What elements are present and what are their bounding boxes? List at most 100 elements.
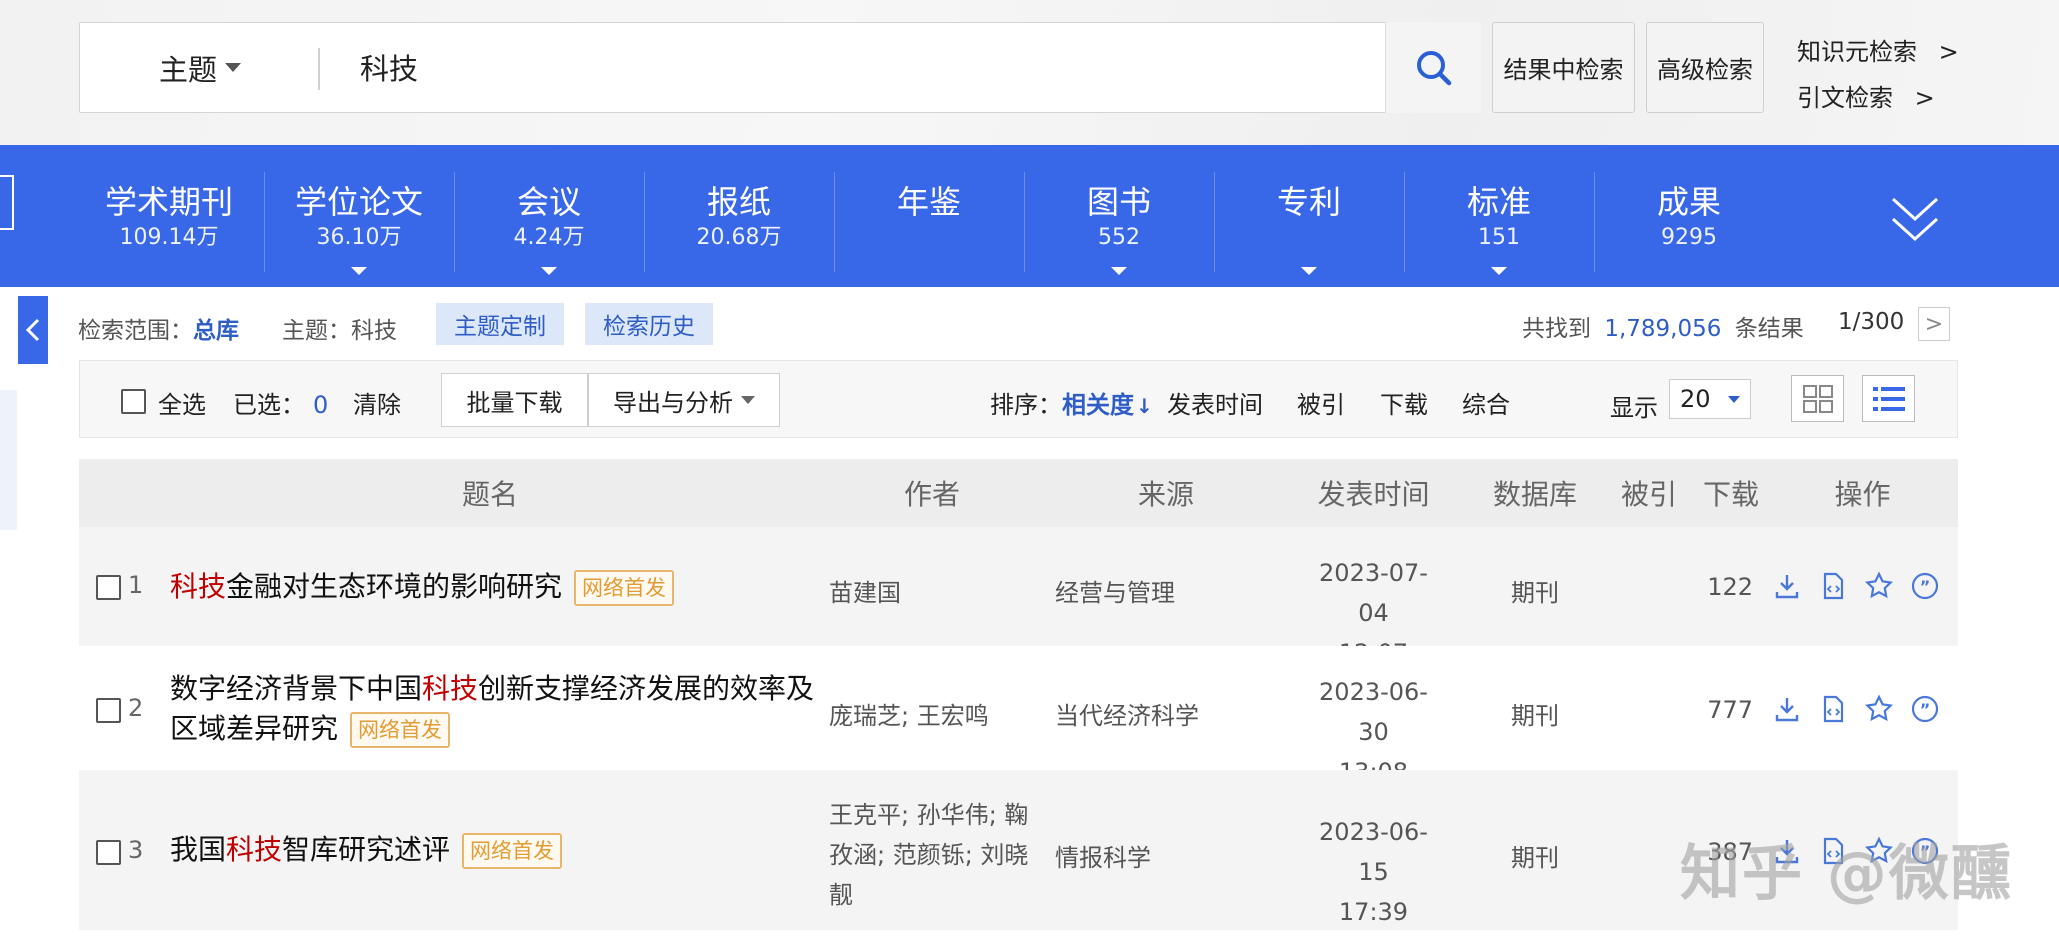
- favorite-icon[interactable]: [1864, 694, 1894, 724]
- display-label: 显示: [1610, 394, 1658, 422]
- dropdown-arrow-icon: [1301, 267, 1317, 275]
- source-link[interactable]: 当代经济科学: [1055, 696, 1199, 731]
- source-link[interactable]: 经营与管理: [1055, 573, 1175, 608]
- time-value: 17:39: [1338, 898, 1409, 926]
- selected-label: 已选：: [233, 391, 305, 419]
- chevron-right-icon: >: [1938, 38, 1959, 66]
- left-panel-edge: [0, 390, 17, 530]
- nav-yearbooks[interactable]: 年鉴: [834, 145, 1024, 287]
- online-first-badge: 网络首发: [350, 712, 451, 748]
- sort-by-date[interactable]: 发表时间: [1167, 385, 1263, 420]
- nav-label: 学术期刊: [104, 183, 233, 221]
- left-edge-tab[interactable]: [0, 175, 14, 230]
- column-title: 题名: [461, 478, 518, 511]
- dropdown-arrow-icon: [1111, 267, 1127, 275]
- batch-download-button[interactable]: 批量下载: [441, 373, 588, 427]
- row-checkbox[interactable]: [96, 698, 121, 723]
- knowledge-search-link[interactable]: 知识元检索 >: [1797, 32, 1959, 67]
- download-icon[interactable]: [1772, 694, 1802, 724]
- column-cited[interactable]: 被引: [1611, 459, 1687, 527]
- search-button[interactable]: [1385, 22, 1481, 113]
- author-link[interactable]: 苗建国: [829, 573, 901, 608]
- collapse-sidebar-button[interactable]: [18, 296, 48, 364]
- expand-more-icon[interactable]: [1890, 195, 1940, 247]
- html-read-icon[interactable]: [1818, 571, 1848, 601]
- row-checkbox[interactable]: [96, 840, 121, 865]
- divider: [318, 48, 320, 90]
- nav-label: 会议: [516, 183, 581, 221]
- cite-icon[interactable]: ”: [1910, 694, 1940, 724]
- scope-value[interactable]: 总库: [193, 318, 239, 344]
- row-operations: ”: [1772, 571, 1940, 601]
- search-field-label: 主题: [159, 52, 218, 87]
- topic-customize-button[interactable]: 主题定制: [436, 303, 564, 345]
- list-view-icon: [1872, 386, 1905, 411]
- select-all-checkbox[interactable]: [121, 389, 146, 414]
- nav-count: 151: [1478, 225, 1520, 250]
- dropdown-arrow-icon: [351, 267, 367, 275]
- grid-view-icon: [1802, 384, 1833, 413]
- nav-newspapers[interactable]: 报纸 20.68万: [644, 145, 834, 287]
- citation-search-link[interactable]: 引文检索 >: [1797, 78, 1935, 113]
- column-downloads[interactable]: 下载: [1693, 459, 1769, 527]
- sort-relevance-label: 相关度: [1062, 391, 1134, 419]
- nav-patents[interactable]: 专利: [1214, 145, 1404, 287]
- article-title[interactable]: 数字经济背景下中国科技创新支撑经济发展的效率及区域差异研究 网络首发: [170, 669, 815, 749]
- nav-count: 4.24万: [513, 225, 585, 250]
- row-checkbox[interactable]: [96, 575, 121, 600]
- nav-theses[interactable]: 学位论文 36.10万: [264, 145, 454, 287]
- nav-count: 36.10万: [316, 225, 402, 250]
- nav-journals[interactable]: 学术期刊 109.14万: [74, 145, 264, 287]
- download-count[interactable]: 777: [1693, 696, 1753, 724]
- clear-selection-button[interactable]: 清除: [353, 385, 401, 420]
- download-count[interactable]: 122: [1693, 573, 1753, 601]
- nav-label: 成果: [1656, 183, 1721, 221]
- search-input[interactable]: [340, 26, 1380, 108]
- search-in-results-button[interactable]: 结果中检索: [1492, 22, 1635, 113]
- nav-books[interactable]: 图书 552: [1024, 145, 1214, 287]
- download-icon[interactable]: [1772, 571, 1802, 601]
- select-all-label[interactable]: 全选: [158, 385, 206, 420]
- sort-by-cited[interactable]: 被引: [1297, 385, 1345, 420]
- chevron-right-icon: >: [1914, 84, 1935, 112]
- nav-label: 专利: [1276, 183, 1341, 221]
- publish-date: 2023-06-15 17:39: [1306, 812, 1441, 932]
- column-database: 数据库: [1492, 478, 1577, 511]
- cite-icon[interactable]: ”: [1910, 571, 1940, 601]
- search-scope: 检索范围：总库: [78, 311, 239, 345]
- date-value: 2023-06-30: [1319, 678, 1428, 746]
- column-date[interactable]: 发表时间: [1306, 459, 1441, 527]
- search-field-select[interactable]: 主题: [79, 22, 319, 113]
- result-count: 共找到 1,789,056 条结果: [1522, 309, 1804, 343]
- title-text: 数字经济背景下中国: [170, 672, 423, 705]
- grid-view-button[interactable]: [1791, 375, 1844, 422]
- export-analysis-dropdown[interactable]: 导出与分析: [588, 373, 780, 427]
- sort-relevance[interactable]: 相关度 ↓: [1062, 385, 1153, 420]
- author-link[interactable]: 王克平; 孙华伟; 鞠孜涵; 范颜铄; 刘晓靓: [829, 795, 1034, 915]
- title-text: 我国: [170, 833, 227, 866]
- column-source: 来源: [1137, 478, 1194, 511]
- arrow-down-icon: ↓: [1136, 394, 1153, 418]
- list-view-button[interactable]: [1862, 375, 1915, 422]
- advanced-search-button[interactable]: 高级检索: [1646, 22, 1764, 113]
- title-highlight: 科技: [170, 570, 227, 603]
- nav-achievements[interactable]: 成果 9295: [1594, 145, 1784, 287]
- html-read-icon[interactable]: [1818, 694, 1848, 724]
- citation-search-label: 引文检索: [1797, 84, 1893, 112]
- nav-label: 学位论文: [294, 183, 423, 221]
- search-history-button[interactable]: 检索历史: [585, 303, 713, 345]
- export-label: 导出与分析: [613, 388, 733, 417]
- nav-standards[interactable]: 标准 151: [1404, 145, 1594, 287]
- nav-count: 9295: [1661, 225, 1717, 250]
- nav-conferences[interactable]: 会议 4.24万: [454, 145, 644, 287]
- article-title[interactable]: 我国科技智库研究述评 网络首发: [170, 830, 810, 870]
- author-link[interactable]: 庞瑞芝; 王宏鸣: [829, 696, 989, 731]
- article-title[interactable]: 科技金融对生态环境的影响研究 网络首发: [170, 567, 810, 607]
- sort-by-download[interactable]: 下载: [1380, 385, 1428, 420]
- sort-overall[interactable]: 综合: [1462, 385, 1510, 420]
- source-link[interactable]: 情报科学: [1055, 838, 1151, 873]
- page-size-select[interactable]: 20: [1669, 379, 1751, 419]
- chevron-left-icon: [25, 318, 40, 342]
- next-page-button[interactable]: >: [1918, 307, 1950, 341]
- favorite-icon[interactable]: [1864, 571, 1894, 601]
